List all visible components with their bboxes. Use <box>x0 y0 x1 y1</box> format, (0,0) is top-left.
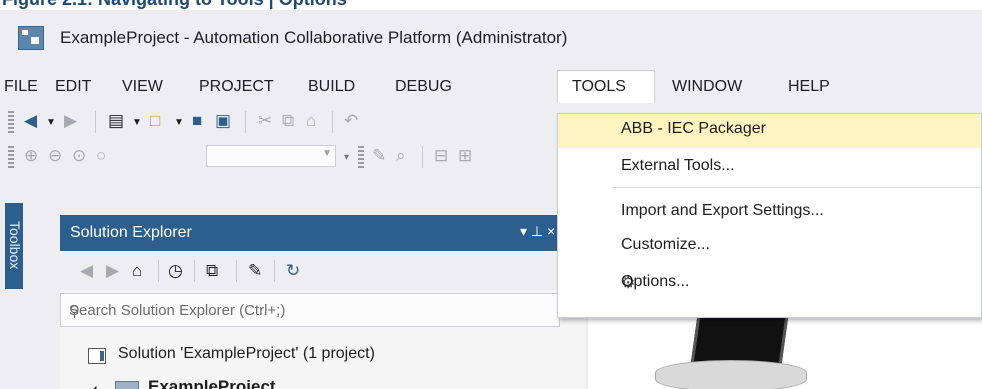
keyboard-illustration <box>655 360 807 389</box>
forward-arrow-icon[interactable]: ▶ <box>64 111 77 131</box>
tree-item-project[interactable]: ExampleProject <box>148 377 276 389</box>
window-title: ExampleProject - Automation Collaborativ… <box>60 28 568 47</box>
expand-arrow-icon[interactable]: ◢ <box>88 383 96 389</box>
menu-item-label: ABB - IEC Packager <box>621 120 766 137</box>
zoom-in-icon[interactable]: ⊕ <box>24 146 38 166</box>
toolbar-separator <box>194 260 195 282</box>
solution-explorer-header: Solution Explorer ▾ ⊥ × <box>60 215 586 251</box>
menu-item-label: Customize... <box>621 236 710 253</box>
app-logo-icon <box>18 26 44 50</box>
solution-icon <box>88 348 106 364</box>
pencil-icon[interactable]: ✎ <box>372 146 386 166</box>
toolbar-grip[interactable] <box>358 146 364 168</box>
align-icon[interactable]: ⊟ <box>434 146 448 166</box>
toolbar-separator <box>95 111 96 133</box>
forward-arrow-icon[interactable]: ▶ <box>106 261 119 281</box>
search-placeholder: Search Solution Explorer (Ctrl+;) <box>69 302 286 319</box>
toolbar-separator <box>158 260 159 282</box>
collapse-all-icon[interactable]: ⧉ <box>206 261 218 281</box>
toolbox-label: Toolbox <box>7 221 23 270</box>
menu-help[interactable]: HELP <box>788 70 830 103</box>
menu-item-label: Options... <box>621 273 690 290</box>
find-icon[interactable]: ⌕ <box>396 146 406 166</box>
menu-item-iec-packager[interactable]: ABB - IEC Packager <box>558 114 981 148</box>
tools-dropdown-menu: ABB - IEC Packager External Tools... Imp… <box>557 113 982 318</box>
distribute-icon[interactable]: ⊞ <box>458 146 472 166</box>
new-project-icon[interactable]: ▤ <box>108 111 124 131</box>
toolbar-overflow-icon[interactable]: ▾ <box>344 148 349 168</box>
new-project-dropdown-icon[interactable]: ▼ <box>132 113 142 133</box>
app-window: ExampleProject - Automation Collaborativ… <box>0 10 982 389</box>
chevron-down-icon[interactable]: ▼ <box>322 148 332 159</box>
menu-separator <box>613 187 981 188</box>
solution-explorer-toolbar: ◀ ▶ ⌂ ◷ ⧉ ✎ ↻ <box>60 252 586 290</box>
menu-project[interactable]: PROJECT <box>199 70 274 103</box>
toolbar-separator <box>422 146 423 168</box>
search-icon[interactable]: ⚲ <box>69 302 80 320</box>
back-dropdown-icon[interactable]: ▼ <box>46 113 56 133</box>
zoom-combobox[interactable]: ▼ <box>206 145 336 167</box>
add-item-dropdown-icon[interactable]: ▼ <box>174 113 184 133</box>
copy-icon[interactable]: ⧉ <box>282 111 294 131</box>
menu-edit[interactable]: EDIT <box>55 70 91 103</box>
menu-file[interactable]: FILE <box>4 70 38 103</box>
search-input[interactable]: Search Solution Explorer (Ctrl+;) ⚲ <box>60 293 560 327</box>
zoom-reset-icon[interactable]: ○ <box>96 146 106 166</box>
menu-build[interactable]: BUILD <box>308 70 355 103</box>
paste-icon[interactable]: ⌂ <box>306 111 316 131</box>
pin-icon[interactable]: ▾ ⊥ × <box>520 223 555 240</box>
project-icon <box>115 381 139 389</box>
save-all-icon[interactable]: ▣ <box>215 111 231 131</box>
menu-item-label: External Tools... <box>621 157 735 174</box>
undo-icon[interactable]: ↶ <box>344 111 358 131</box>
menu-item-customize[interactable]: Customize... <box>558 230 981 264</box>
zoom-out-icon[interactable]: ⊖ <box>48 146 62 166</box>
menu-tools[interactable]: TOOLS <box>557 70 655 103</box>
properties-icon[interactable]: ✎ <box>248 261 262 281</box>
refresh-icon[interactable]: ↻ <box>286 261 300 281</box>
cut-icon[interactable]: ✂ <box>258 111 272 131</box>
back-arrow-icon[interactable]: ◀ <box>24 111 37 131</box>
tree-item-solution[interactable]: Solution 'ExampleProject' (1 project) <box>118 345 375 363</box>
pending-changes-icon[interactable]: ◷ <box>168 261 183 281</box>
menu-window[interactable]: WINDOW <box>672 70 742 103</box>
menu-item-external-tools[interactable]: External Tools... <box>558 151 981 185</box>
title-bar: ExampleProject - Automation Collaborativ… <box>0 10 982 62</box>
toolbar-separator <box>245 111 246 133</box>
toolbar-grip[interactable] <box>8 146 14 168</box>
menu-debug[interactable]: DEBUG <box>395 70 452 103</box>
menu-bar: FILE EDIT VIEW PROJECT BUILD DEBUG TOOLS… <box>0 70 982 103</box>
save-icon[interactable]: ■ <box>192 111 202 131</box>
solution-explorer-panel: Solution Explorer ▾ ⊥ × ◀ ▶ ⌂ ◷ ⧉ ✎ ↻ Se… <box>60 215 586 389</box>
menu-item-options[interactable]: ⚙ Options... <box>558 267 981 301</box>
toolbar-separator <box>332 111 333 133</box>
toolbar-separator <box>274 260 275 282</box>
solution-explorer-title: Solution Explorer <box>70 224 192 241</box>
home-icon[interactable]: ⌂ <box>132 261 142 281</box>
back-arrow-icon[interactable]: ◀ <box>80 261 93 281</box>
toolbox-tab[interactable]: Toolbox <box>5 203 23 289</box>
menu-item-import-export-settings[interactable]: Import and Export Settings... <box>558 196 981 230</box>
solution-tree: Solution 'ExampleProject' (1 project) ◢ … <box>60 333 586 389</box>
menu-view[interactable]: VIEW <box>122 70 163 103</box>
toolbar-separator <box>236 260 237 282</box>
menu-item-label: Import and Export Settings... <box>621 202 824 219</box>
add-item-icon[interactable]: □ <box>150 111 160 131</box>
toolbar-grip[interactable] <box>8 111 14 133</box>
zoom-fit-icon[interactable]: ⊙ <box>72 146 86 166</box>
